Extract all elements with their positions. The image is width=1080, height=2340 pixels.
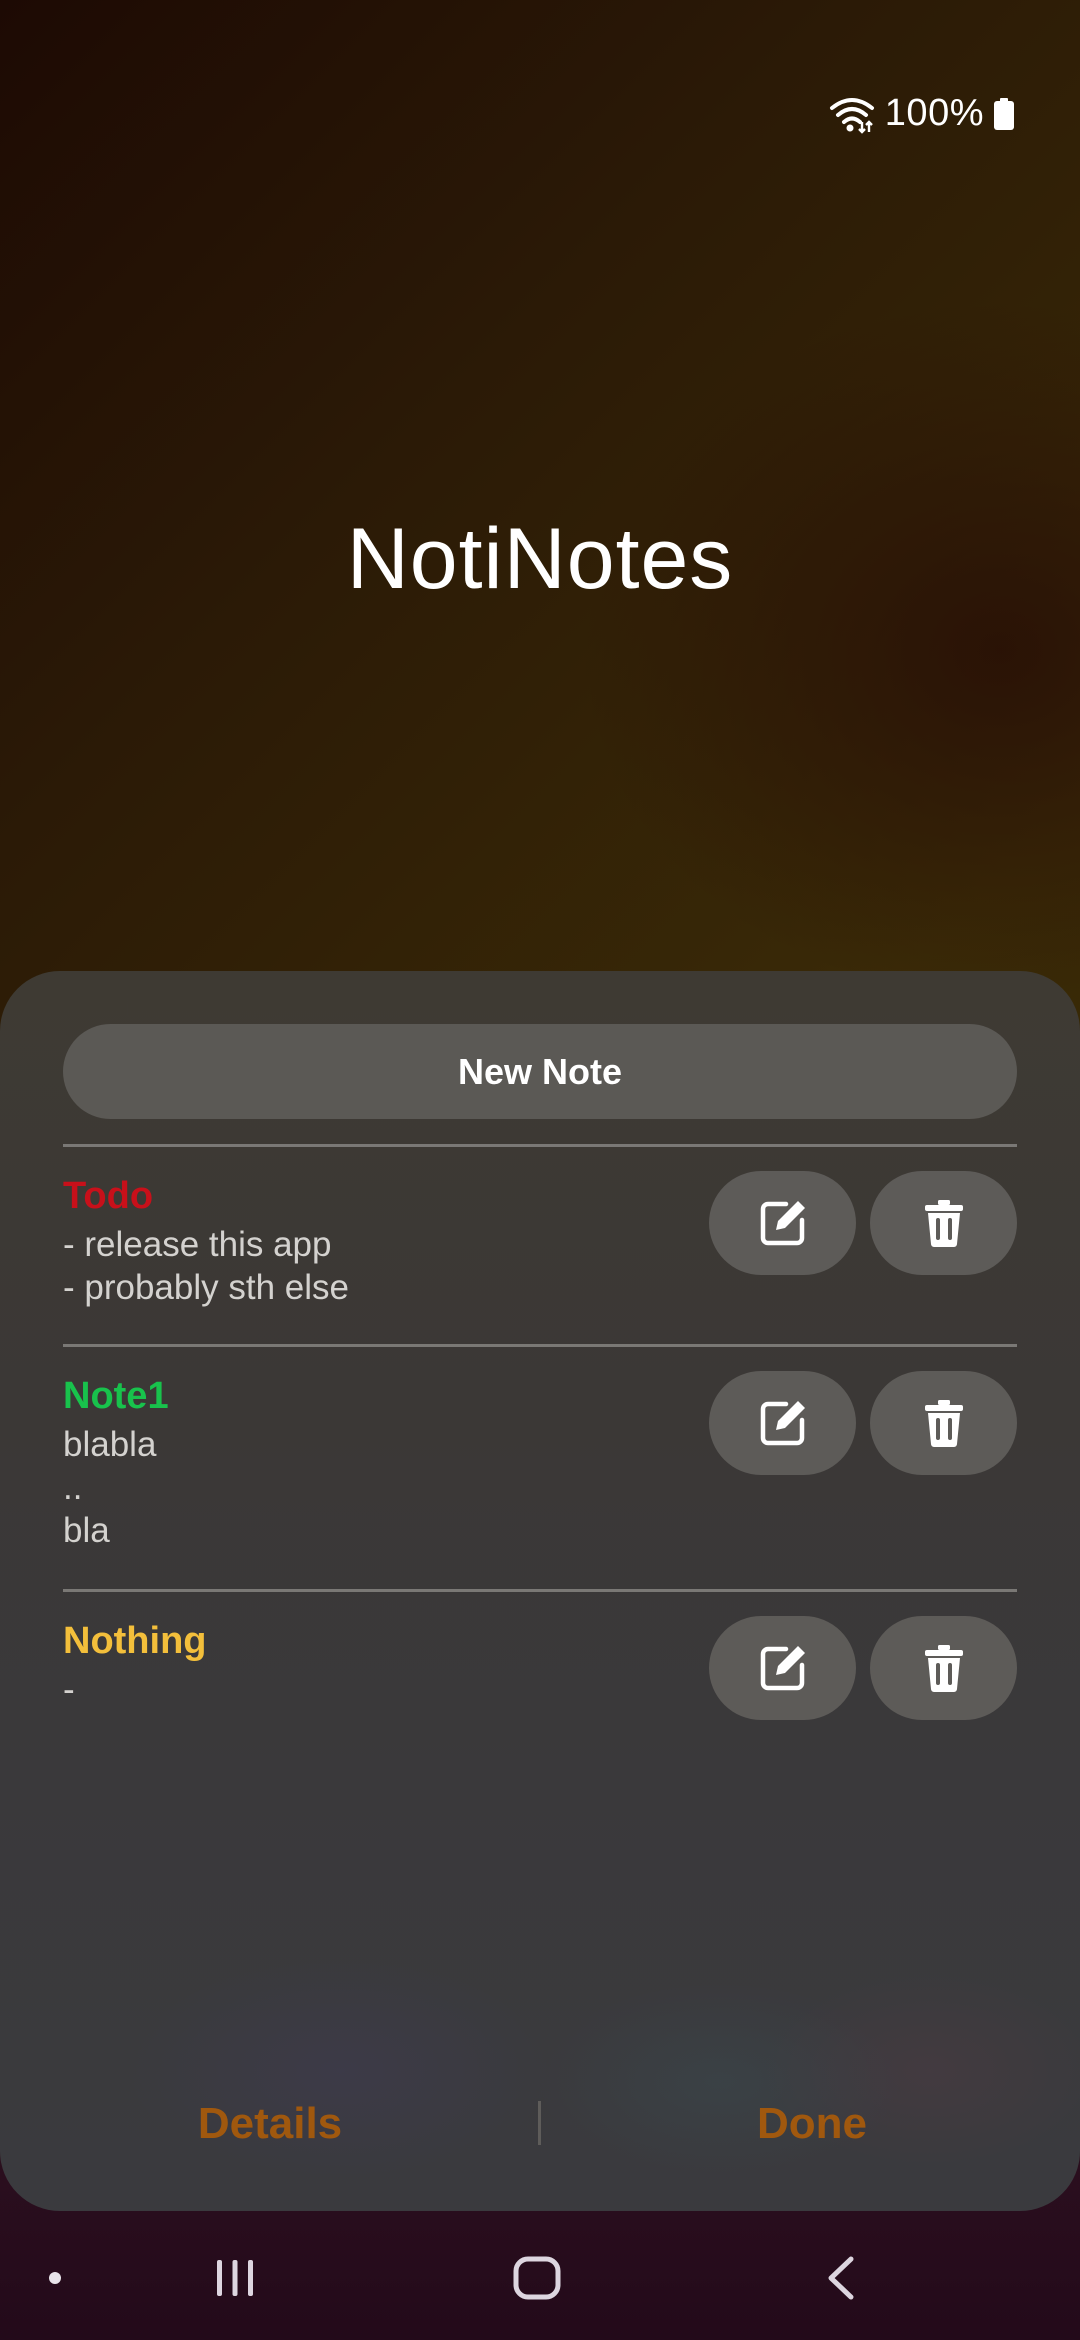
edit-icon (760, 1201, 805, 1246)
divider (63, 1589, 1017, 1592)
note-item[interactable]: Note1 blabla .. bla (63, 1371, 1017, 1561)
wifi-icon (829, 97, 874, 134)
delete-note-button[interactable] (870, 1616, 1017, 1720)
note-body: - (63, 1670, 75, 1709)
sheet-footer: Details Done (0, 2079, 1080, 2169)
notes-sheet: New Note Todo - release this app - proba… (0, 971, 1080, 2211)
delete-note-button[interactable] (870, 1371, 1017, 1475)
nav-dot-button[interactable] (30, 2215, 80, 2340)
note-item[interactable]: Nothing - (63, 1616, 1017, 1726)
home-button[interactable] (497, 2215, 577, 2340)
details-button[interactable]: Details (50, 2079, 490, 2169)
edit-icon (760, 1401, 805, 1446)
done-button[interactable]: Done (592, 2079, 1032, 2169)
battery-percentage: 100% (884, 92, 984, 134)
edit-note-button[interactable] (709, 1171, 856, 1275)
app-title: NotiNotes (346, 511, 734, 607)
new-note-button[interactable]: New Note (63, 1024, 1017, 1119)
battery-icon (994, 97, 1014, 130)
trash-icon (924, 1645, 963, 1692)
back-icon (828, 2256, 854, 2299)
edit-note-button[interactable] (709, 1371, 856, 1475)
divider (63, 1344, 1017, 1347)
trash-icon (924, 1200, 963, 1247)
delete-note-button[interactable] (870, 1171, 1017, 1275)
trash-icon (924, 1400, 963, 1447)
note-body: blabla .. bla (63, 1425, 157, 1550)
note-body: - release this app - probably sth else (63, 1225, 349, 1307)
home-icon (513, 2256, 561, 2299)
footer-divider (538, 2101, 541, 2145)
divider (63, 1144, 1017, 1147)
note-title: Todo (63, 1175, 154, 1217)
back-button[interactable] (800, 2215, 880, 2340)
edit-icon (760, 1646, 805, 1691)
dot-icon (49, 2271, 61, 2284)
navigation-bar (0, 2215, 1080, 2340)
status-bar: 100% (829, 92, 1014, 135)
note-item[interactable]: Todo - release this app - probably sth e… (63, 1171, 1017, 1311)
recents-icon (217, 2259, 253, 2296)
note-title: Nothing (63, 1620, 207, 1662)
edit-note-button[interactable] (709, 1616, 856, 1720)
note-title: Note1 (63, 1375, 169, 1417)
recents-button[interactable] (195, 2215, 275, 2340)
